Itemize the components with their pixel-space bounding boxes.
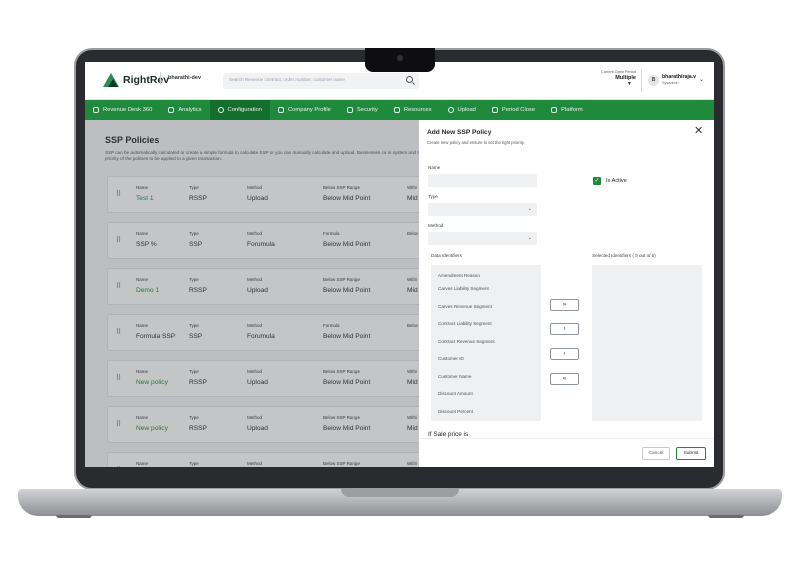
drawer-title: Add New SSP Policy: [427, 129, 492, 136]
list-item[interactable]: Carves Revenue Segment: [438, 304, 492, 309]
move-all-right-button[interactable]: »: [550, 299, 579, 311]
nav-label: Period Close: [501, 107, 536, 113]
drawer-subtitle: Create new policy and ensure to set the …: [427, 140, 525, 145]
move-left-button[interactable]: ‹: [550, 348, 579, 360]
nav-label: Revenue Desk 360: [103, 107, 153, 113]
modal-backdrop[interactable]: [85, 120, 419, 467]
data-identifiers-label: Data Identifiers: [431, 253, 462, 258]
period-selector[interactable]: Current Open Period Multiple: [590, 70, 636, 81]
search-input[interactable]: Search Revenue contract, order number, c…: [223, 73, 419, 89]
period-label: Current Open Period: [600, 70, 636, 74]
nav-security[interactable]: Security: [339, 100, 386, 120]
nav-resources[interactable]: Resources: [386, 100, 440, 120]
user-name: bharathiraja.v: [662, 74, 697, 80]
move-all-left-button[interactable]: «: [550, 373, 579, 385]
search-icon[interactable]: [406, 76, 413, 83]
list-item[interactable]: Carves Liability Segment: [438, 286, 489, 291]
is-active-checkbox[interactable]: ✓: [593, 177, 601, 185]
type-label: Type: [428, 194, 438, 199]
gear-icon: [217, 107, 224, 113]
type-select[interactable]: ⌄: [428, 203, 537, 216]
app-screen: RightRev bharathi-dev Search Revenue con…: [85, 62, 714, 467]
chevron-down-icon[interactable]: ⌄: [699, 76, 704, 83]
bar-chart-icon: [168, 107, 175, 113]
add-policy-drawer: Add New SSP Policy Create new policy and…: [419, 120, 714, 467]
nav-label: Resources: [403, 107, 432, 113]
chevron-down-icon: ⌄: [527, 206, 532, 212]
main-nav: Revenue Desk 360 Analytics Configuration…: [85, 100, 714, 120]
close-icon[interactable]: ✕: [694, 126, 703, 137]
list-item[interactable]: Contract Liability Segment: [438, 321, 492, 326]
nav-revenue-desk[interactable]: Revenue Desk 360: [85, 100, 160, 120]
list-item[interactable]: Contract Revenue Segment: [438, 339, 495, 344]
nav-label: Company Profile: [288, 107, 331, 113]
is-active-label: Is Active: [606, 178, 627, 184]
user-role: Sysadmin: [662, 81, 679, 85]
laptop-foot-right: [708, 515, 744, 518]
environment-name: bharathi-dev: [160, 72, 201, 85]
nav-label: Upload: [457, 107, 476, 113]
if-sale-price-label: If Sale price is: [428, 431, 469, 438]
nav-company-profile[interactable]: Company Profile: [270, 100, 339, 120]
rightrev-logo-icon: [103, 73, 119, 87]
available-identifiers-list[interactable]: Amendment Reason Carves Liability Segmen…: [431, 265, 541, 421]
drawer-footer: Cancel Submit: [419, 438, 714, 467]
lock-icon: [346, 107, 353, 113]
cancel-button[interactable]: Cancel: [642, 447, 670, 460]
avatar: B: [648, 75, 659, 86]
submit-button[interactable]: Submit: [676, 447, 706, 460]
method-label: Method: [428, 223, 444, 228]
selected-identifiers-label: Selected Identifiers ( 0 out of 5): [592, 253, 656, 258]
camera-icon: [397, 55, 403, 61]
list-item[interactable]: Customer ID: [438, 356, 464, 361]
laptop-foot-left: [56, 515, 92, 518]
nav-upload[interactable]: Upload: [440, 100, 484, 120]
calendar-icon: [491, 107, 498, 113]
nav-label: Analytics: [178, 107, 202, 113]
layers-icon: [551, 107, 558, 113]
nav-analytics[interactable]: Analytics: [160, 100, 209, 120]
nav-platform[interactable]: Platform: [543, 100, 591, 120]
nav-label: Security: [356, 107, 378, 113]
user-menu[interactable]: B bharathiraja.v Sysadmin ⌄: [641, 70, 711, 92]
nav-period-close[interactable]: Period Close: [484, 100, 543, 120]
gauge-icon: [93, 107, 99, 113]
chevron-down-icon: ⌄: [527, 235, 532, 241]
search-placeholder: Search Revenue contract, order number, c…: [229, 77, 345, 82]
selected-identifiers-list[interactable]: [592, 265, 702, 421]
name-label: Name: [428, 165, 441, 170]
nav-label: Platform: [561, 107, 583, 113]
list-item[interactable]: Amendment Reason: [438, 273, 480, 278]
name-field[interactable]: [428, 174, 537, 187]
move-right-button[interactable]: ›: [550, 323, 579, 335]
nav-label: Configuration: [227, 107, 262, 113]
cloud-upload-icon: [447, 107, 454, 113]
book-icon: [393, 107, 400, 113]
method-select[interactable]: ⌄: [428, 232, 537, 245]
list-item[interactable]: Discount Amount: [438, 391, 473, 396]
nav-configuration[interactable]: Configuration: [209, 100, 270, 120]
laptop-base-notch: [341, 489, 459, 497]
list-item[interactable]: Customer Name: [438, 374, 471, 379]
chevron-down-icon[interactable]: ▼: [627, 81, 632, 87]
list-item[interactable]: Discount Percent: [438, 409, 473, 414]
document-icon: [278, 107, 284, 113]
